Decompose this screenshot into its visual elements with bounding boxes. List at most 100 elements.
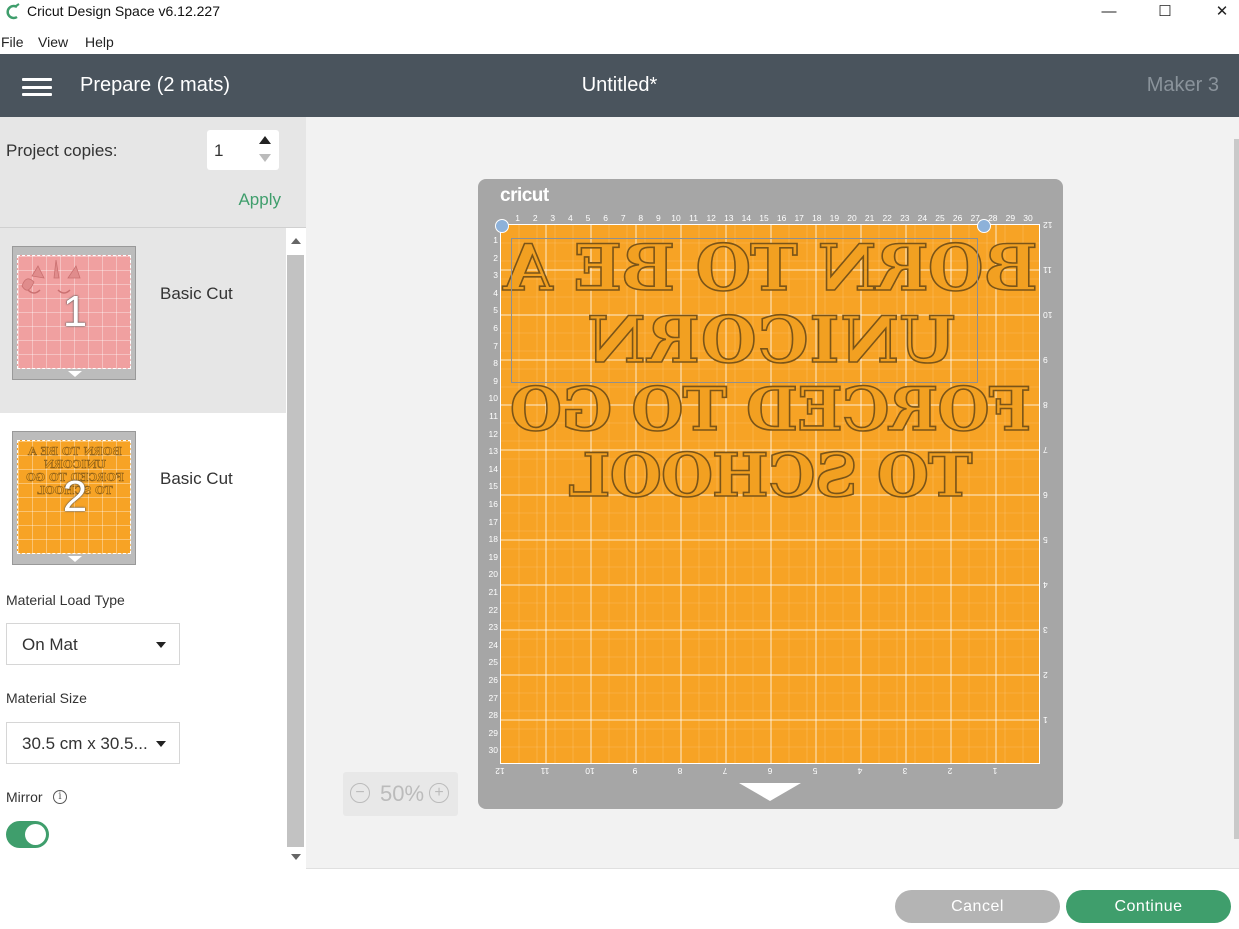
ruler-left-tick: 10	[488, 393, 498, 404]
mat-cut-area[interactable]: BORN TO BE A UNICORN FORCED TO GO TO SCH…	[500, 224, 1040, 764]
canvas-scrollbar[interactable]	[1234, 139, 1239, 839]
project-copies-label: Project copies:	[6, 141, 118, 160]
ruler-left-tick: 9	[493, 375, 498, 386]
ruler-left-tick: 7	[493, 340, 498, 351]
left-panel-scrollbar[interactable]	[286, 228, 306, 868]
mat-item-1[interactable]: 1 Basic Cut	[0, 228, 286, 413]
ruler-right-tick: 12	[1043, 220, 1053, 230]
title-bar: Cricut Design Space v6.12.227 — ☐ ✕	[0, 0, 1239, 30]
ruler-top-tick: 18	[812, 213, 822, 223]
rotate-handle-icon[interactable]	[977, 219, 991, 233]
ruler-left-tick: 4	[493, 287, 498, 298]
material-size-select[interactable]: 30.5 cm x 30.5...	[6, 722, 180, 764]
window-title: Cricut Design Space v6.12.227	[27, 3, 220, 19]
ruler-left-tick: 12	[488, 428, 498, 439]
chevron-down-icon	[156, 642, 166, 648]
decrement-arrow-icon[interactable]	[259, 154, 271, 162]
minimize-button[interactable]: —	[1086, 0, 1132, 22]
ruler-top-tick: 14	[741, 213, 752, 223]
ruler-left-tick: 28	[488, 710, 498, 721]
info-icon[interactable]: i	[53, 790, 67, 804]
material-size-value: 30.5 cm x 30.5...	[22, 734, 148, 753]
mat-item-2[interactable]: BORN TO BE A UNICORN FORCED TO GO TO SCH…	[0, 413, 286, 598]
mat-thumbnail[interactable]: BORN TO BE A UNICORN FORCED TO GO TO SCH…	[12, 431, 136, 565]
machine-name[interactable]: Maker 3	[1147, 74, 1219, 97]
increment-arrow-icon[interactable]	[259, 136, 271, 144]
ruler-top-tick: 6	[603, 213, 608, 223]
material-load-type-select[interactable]: On Mat	[6, 623, 180, 665]
ruler-top-tick: 17	[794, 213, 804, 223]
ruler-right-tick: 11	[1043, 265, 1052, 275]
ruler-left-tick: 5	[493, 305, 498, 316]
ruler-top-tick: 24	[917, 213, 928, 223]
mirror-label: Mirror	[6, 789, 43, 805]
material-size-label: Material Size	[6, 690, 87, 706]
menu-file[interactable]: File	[1, 34, 24, 50]
project-copies-stepper[interactable]: 1	[207, 130, 279, 170]
ruler-top-tick: 25	[935, 213, 945, 223]
project-copies-area: Project copies: 1 Apply	[0, 117, 306, 228]
zoom-out-button[interactable]: −	[350, 783, 370, 803]
mat-list: 1 Basic Cut BORN TO BE A UNICORN FORCED …	[0, 228, 286, 598]
ruler-top-tick: 2	[532, 213, 538, 223]
ruler-right-tick: 8	[1043, 400, 1048, 410]
menu-help[interactable]: Help	[85, 34, 114, 50]
ruler-left-tick: 27	[488, 692, 498, 703]
maximize-icon: ☐	[1158, 3, 1172, 20]
ruler-bottom-tick: 10	[585, 766, 595, 776]
mirror-toggle[interactable]	[6, 821, 49, 848]
continue-button[interactable]: Continue	[1066, 890, 1231, 923]
scroll-up-icon[interactable]	[291, 238, 301, 244]
ruler-top-tick: 12	[706, 213, 716, 223]
ruler-top-tick: 5	[585, 213, 591, 223]
design-line-4: TO SCHOOL	[569, 440, 974, 512]
zoom-in-button[interactable]: +	[429, 783, 449, 803]
ruler-left-tick: 11	[489, 411, 498, 421]
ruler-left: 1 2 3 4 5 6 7 8 9 10 11 12 13 14 15 16 17 18 19 20 21 22 23 24 2…	[480, 224, 498, 764]
toggle-knob	[25, 824, 46, 845]
material-load-type-label: Material Load Type	[6, 592, 125, 608]
ruler-top-tick: 9	[656, 213, 661, 223]
ruler-top-tick: 7	[620, 213, 626, 223]
ruler-left-tick: 23	[488, 622, 498, 633]
mat-load-arrow-icon	[739, 783, 801, 801]
ruler-bottom-tick: 7	[722, 766, 728, 776]
ruler-left-tick: 29	[488, 727, 498, 738]
ruler-left-tick: 25	[488, 657, 498, 668]
apply-button[interactable]: Apply	[238, 190, 281, 210]
scroll-down-icon[interactable]	[291, 854, 301, 860]
app-header: Prepare (2 mats) Untitled* Maker 3	[0, 54, 1239, 117]
ruler-left-tick: 19	[488, 551, 498, 562]
mat-thumbnail[interactable]: 1	[12, 246, 136, 380]
ruler-left-tick: 17	[488, 516, 498, 527]
handle-menu-icon[interactable]	[495, 219, 509, 233]
ruler-left-tick: 3	[493, 270, 498, 281]
ruler-top-tick: 8	[638, 213, 644, 223]
close-icon: ✕	[1215, 3, 1229, 20]
ruler-right-tick: 2	[1043, 670, 1048, 680]
document-title: Untitled*	[581, 74, 658, 96]
project-copies-value[interactable]: 1	[214, 141, 223, 161]
ruler-bottom-tick: 8	[677, 766, 683, 776]
ruler-top-tick: 23	[900, 213, 910, 223]
ruler-top-tick: 16	[776, 213, 787, 223]
scroll-thumb[interactable]	[287, 255, 304, 847]
ruler-right-tick: 9	[1043, 355, 1048, 365]
cancel-button[interactable]: Cancel	[895, 890, 1060, 923]
ruler-left-tick: 30	[488, 745, 498, 756]
ruler-bottom-tick: 11	[540, 766, 550, 776]
ruler-right-tick: 4	[1043, 580, 1048, 590]
ruler-bottom-tick: 5	[812, 766, 818, 776]
ruler-top-tick: 21	[864, 213, 875, 223]
ruler-right-tick: 1	[1043, 715, 1048, 725]
close-window-button[interactable]: ✕	[1199, 0, 1239, 22]
ruler-bottom-tick: 2	[947, 766, 953, 776]
ruler-bottom: 12 11 10 9 8 7 6 5 4 3 2 1	[495, 766, 1040, 778]
menu-view[interactable]: View	[38, 34, 68, 50]
design-line-3: FORCED TO GO	[510, 374, 1032, 446]
maximize-button[interactable]: ☐	[1142, 0, 1188, 22]
ruler-left-tick: 1	[493, 235, 498, 245]
ruler-right-tick: 6	[1043, 490, 1048, 500]
ruler-top-tick: 29	[1005, 213, 1016, 223]
zoom-control: − 50% +	[343, 772, 458, 816]
